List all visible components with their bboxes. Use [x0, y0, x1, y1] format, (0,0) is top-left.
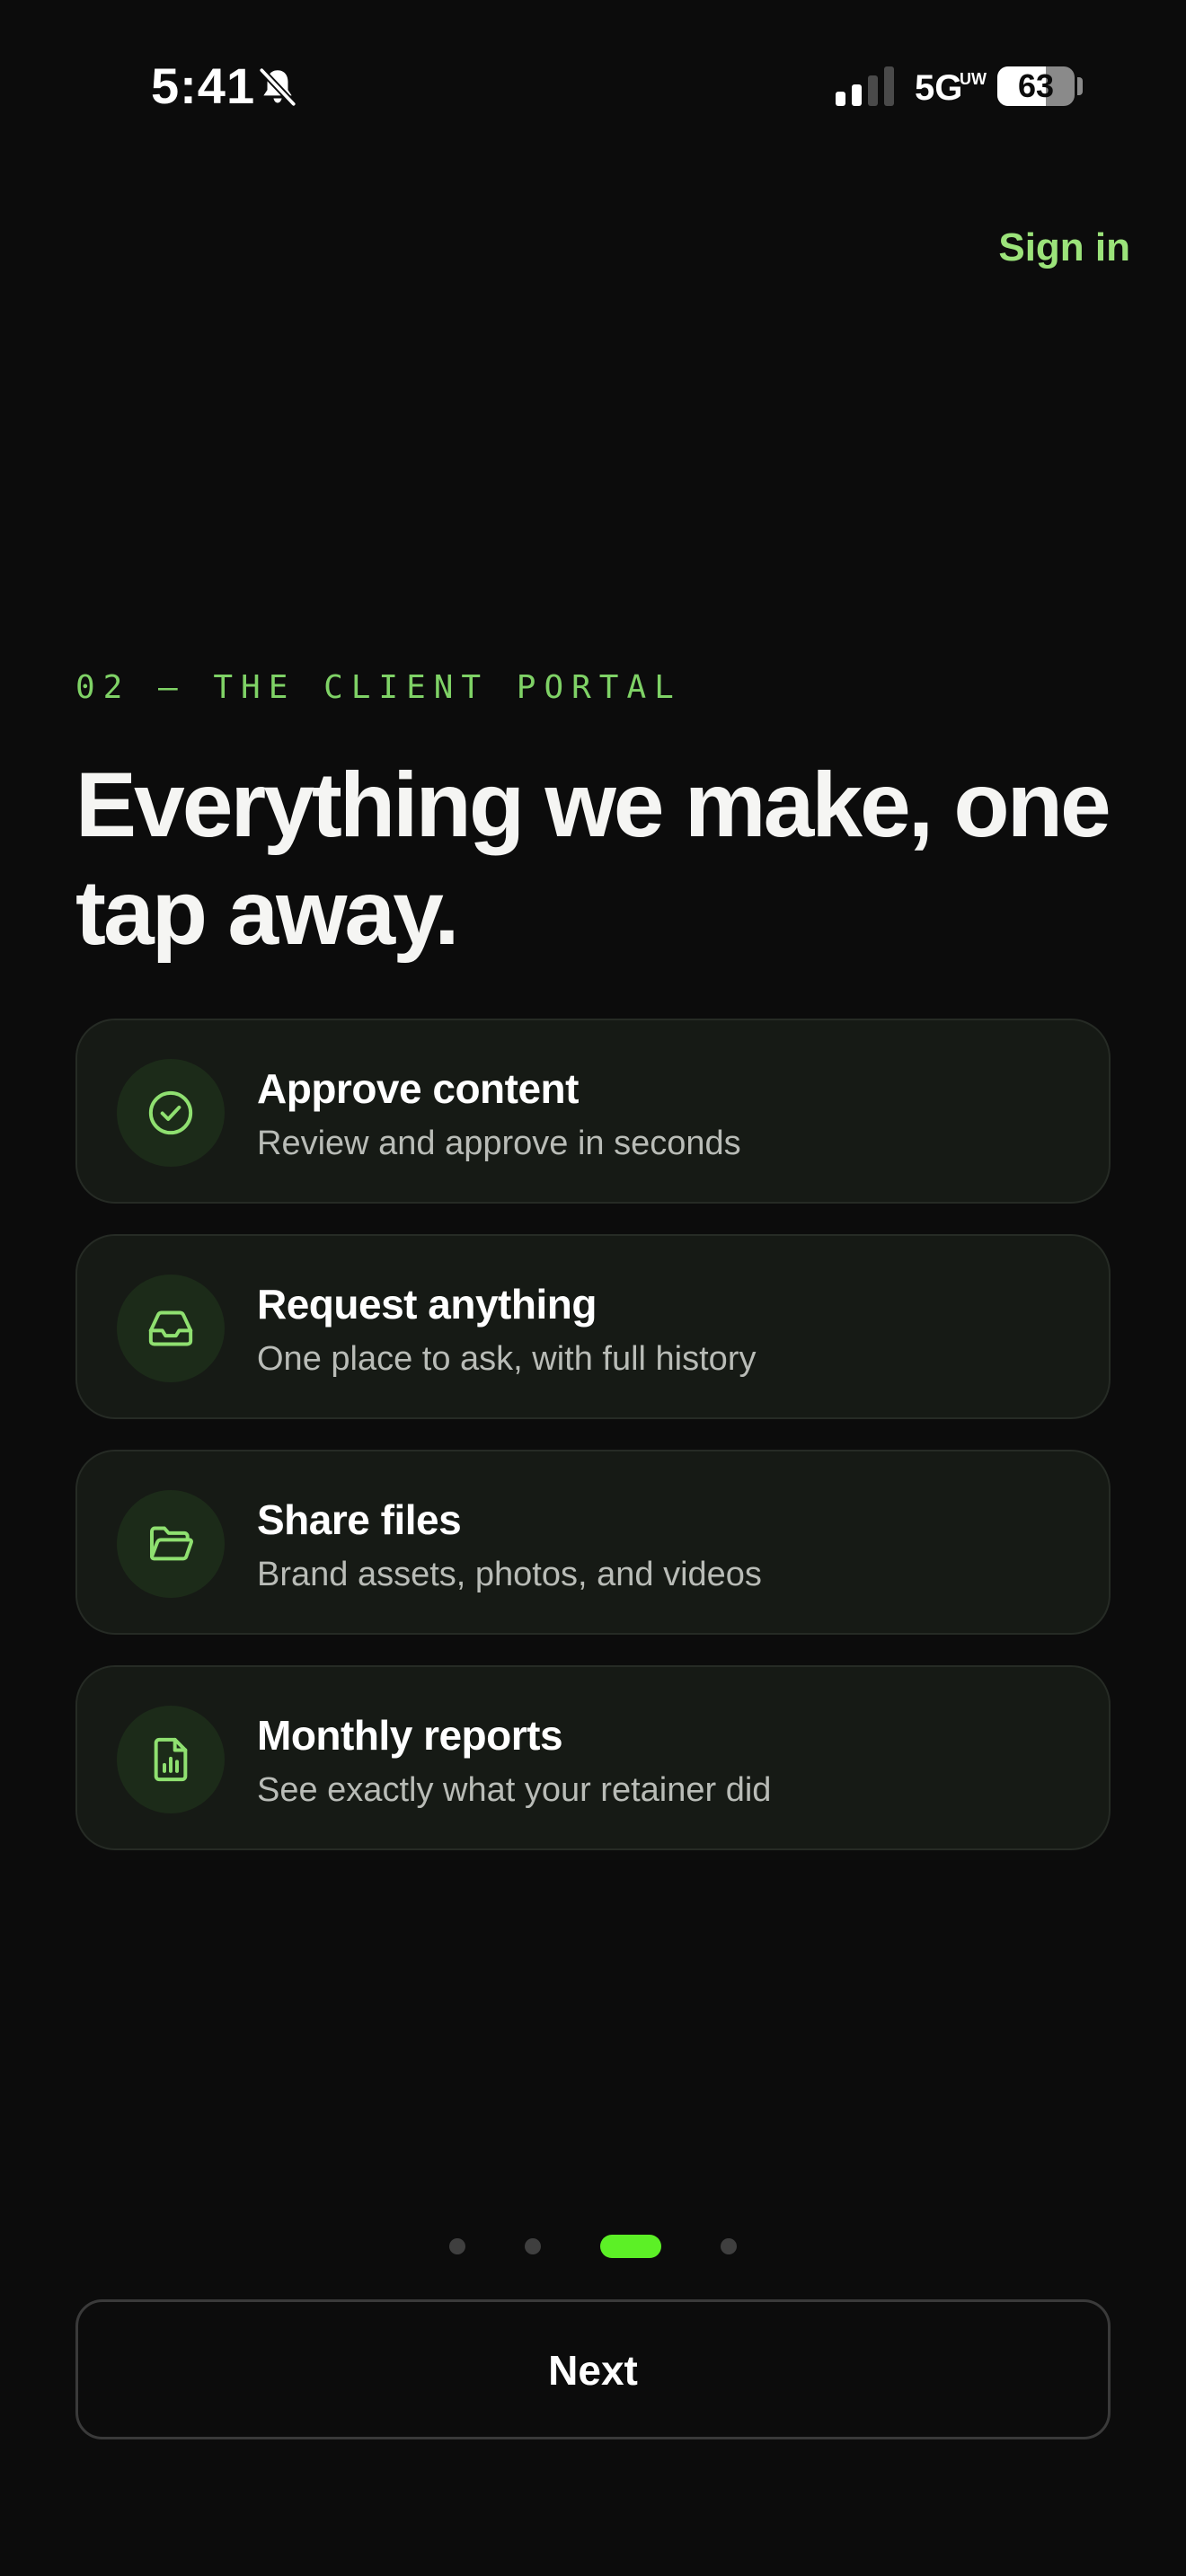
- feature-subtitle: See exactly what your retainer did: [257, 1771, 772, 1809]
- feature-subtitle: Brand assets, photos, and videos: [257, 1556, 762, 1593]
- check-circle-icon: [148, 1090, 193, 1135]
- pager-dot[interactable]: [525, 2238, 541, 2254]
- feature-card-approve-content: Approve content Review and approve in se…: [75, 1019, 1111, 1204]
- feature-icon-circle: [117, 1275, 225, 1382]
- feature-title: Monthly reports: [257, 1712, 563, 1759]
- feature-icon-circle: [117, 1059, 225, 1167]
- feature-card-share-files: Share files Brand assets, photos, and vi…: [75, 1450, 1111, 1635]
- feature-list: Approve content Review and approve in se…: [75, 1019, 1111, 1881]
- signal-bar: [868, 75, 878, 106]
- sign-in-link[interactable]: Sign in: [998, 221, 1130, 275]
- battery-nub: [1077, 77, 1083, 95]
- signal-bar: [884, 66, 894, 106]
- feature-icon-circle: [117, 1706, 225, 1813]
- page-indicator: [0, 2233, 1186, 2260]
- feature-title: Request anything: [257, 1281, 597, 1328]
- pager-dot-active[interactable]: [600, 2235, 661, 2258]
- folder-open-icon: [150, 1526, 193, 1561]
- section-eyebrow: 02 — THE CLIENT PORTAL: [75, 669, 682, 706]
- signal-bar: [852, 84, 862, 106]
- signal-bar: [836, 92, 845, 106]
- feature-card-monthly-reports: Monthly reports See exactly what your re…: [75, 1665, 1111, 1850]
- network-label: 5G: [915, 68, 963, 108]
- pager-dot[interactable]: [449, 2238, 465, 2254]
- feature-title: Share files: [257, 1496, 462, 1543]
- status-time: 5:41: [151, 57, 256, 114]
- report-chart-icon: [154, 1737, 188, 1782]
- battery-percent: 63: [1017, 67, 1055, 104]
- feature-icon-circle: [117, 1490, 225, 1598]
- feature-subtitle: Review and approve in seconds: [257, 1125, 741, 1162]
- feature-title: Approve content: [257, 1065, 579, 1112]
- feature-subtitle: One place to ask, with full history: [257, 1340, 757, 1378]
- battery-icon: 63: [997, 66, 1075, 106]
- signal-icon: [836, 66, 894, 106]
- bell-slash-icon: [258, 66, 297, 108]
- inbox-icon: [148, 1310, 193, 1346]
- status-bar: 5:41 5G UW 63: [0, 0, 1186, 171]
- network-badge: UW: [960, 70, 987, 88]
- feature-card-request-anything: Request anything One place to ask, with …: [75, 1234, 1111, 1419]
- next-button[interactable]: Next: [75, 2299, 1111, 2439]
- page-title: Everything we make, one tap away.: [75, 754, 1111, 964]
- pager-dot[interactable]: [721, 2238, 737, 2254]
